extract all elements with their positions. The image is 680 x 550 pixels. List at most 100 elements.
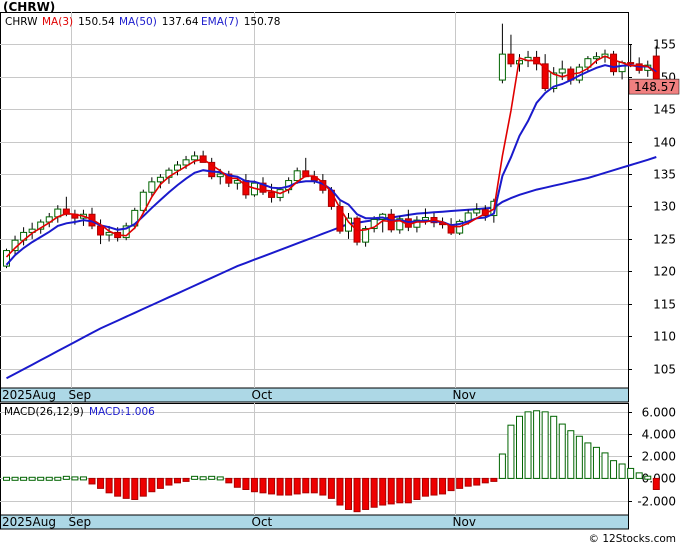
macd-bar-negative bbox=[362, 477, 370, 510]
macd-bar-positive bbox=[610, 460, 618, 479]
macd-bar-negative bbox=[336, 477, 344, 506]
candle-body-down bbox=[242, 180, 250, 196]
macd-bar-negative bbox=[156, 477, 164, 489]
macd-bar-negative bbox=[268, 477, 276, 495]
price-xtick-label: Nov bbox=[453, 388, 476, 402]
macd-bar-positive bbox=[37, 476, 45, 481]
macd-ytick-label: -2.000 bbox=[637, 495, 676, 509]
macd-bar-positive bbox=[54, 476, 62, 481]
macd-bar-negative bbox=[464, 477, 472, 487]
macd-bar-negative bbox=[353, 477, 361, 513]
macd-bar-negative bbox=[319, 477, 327, 496]
macd-bar-positive bbox=[584, 442, 592, 479]
macd-bar-negative bbox=[139, 477, 147, 497]
legend-label: MA(50) bbox=[119, 16, 157, 28]
macd-bar-negative bbox=[370, 477, 378, 508]
macd-bar-negative bbox=[276, 477, 284, 496]
candle bbox=[610, 50, 618, 76]
macd-bar-positive bbox=[635, 472, 643, 479]
macd-bar-positive bbox=[71, 476, 79, 481]
legend-label: CHRW bbox=[5, 16, 38, 28]
last-price-label: 148.57 bbox=[634, 80, 676, 94]
macd-xtick-label: Sep bbox=[69, 515, 92, 529]
candle-body-up bbox=[498, 53, 506, 81]
copyright: © 12Stocks.com bbox=[589, 533, 677, 545]
macd-xtick-label: Oct bbox=[252, 515, 273, 529]
macd-bar-positive bbox=[216, 476, 224, 481]
macd-bar-negative bbox=[327, 477, 335, 499]
macd-bar-negative bbox=[481, 477, 489, 484]
macd-bar-positive bbox=[79, 476, 87, 481]
macd-bar-positive bbox=[567, 430, 575, 479]
macd-bar-positive bbox=[627, 467, 635, 479]
macd-bar-negative bbox=[396, 477, 404, 504]
macd-bar-negative bbox=[293, 477, 301, 495]
candle-body-up bbox=[558, 68, 566, 74]
macd-bar-negative bbox=[122, 477, 130, 499]
macd-bar-negative bbox=[302, 477, 310, 494]
macd-ytick-label: 2.000 bbox=[642, 450, 676, 464]
legend-label: EMA(7) bbox=[201, 16, 239, 28]
macd-xaxis-strip bbox=[0, 514, 629, 530]
price-ytick-label: 110 bbox=[653, 330, 676, 344]
macd-ytick-label: 6.000 bbox=[642, 406, 676, 420]
macd-bar-negative bbox=[310, 477, 318, 494]
macd-bar-positive bbox=[3, 476, 10, 481]
macd-bar-negative bbox=[242, 477, 250, 490]
macd-bar-positive bbox=[533, 410, 541, 479]
price-xstart-label: 2025Aug bbox=[2, 388, 56, 402]
macd-bar-negative bbox=[652, 477, 660, 490]
macd-bar-negative bbox=[413, 477, 421, 500]
candle-body-down bbox=[268, 191, 276, 198]
macd-bar-negative bbox=[430, 477, 438, 496]
macd-bar-negative bbox=[285, 477, 293, 496]
macd-bar-positive bbox=[644, 475, 652, 480]
macd-bar-negative bbox=[379, 477, 387, 506]
macd-bar-negative bbox=[114, 477, 122, 497]
macd-bar-positive bbox=[516, 415, 523, 479]
macd-bar-positive bbox=[28, 476, 36, 481]
candle-body-down bbox=[610, 53, 618, 73]
macd-bar-positive bbox=[618, 463, 626, 479]
price-ytick-label: 120 bbox=[653, 265, 676, 279]
legend-value: 150.78 bbox=[244, 16, 281, 28]
macd-xtick-label: Nov bbox=[453, 515, 476, 529]
macd-bar-positive bbox=[45, 476, 53, 481]
legend-value: 150.54 bbox=[78, 16, 115, 28]
candle-body-down bbox=[627, 62, 635, 65]
price-ytick-label: 145 bbox=[653, 103, 676, 117]
macd-bar-negative bbox=[421, 477, 429, 497]
macd-bar-positive bbox=[191, 475, 199, 480]
macd-bar-positive bbox=[20, 476, 28, 481]
candle-body-up bbox=[592, 56, 600, 60]
chart-root: 105 110 115 120 125 130 135 140 145 150 155 Sep Sep O… bbox=[0, 0, 680, 546]
candle-body-up bbox=[473, 209, 481, 214]
macd-bar-positive bbox=[208, 475, 216, 480]
macd-bar-negative bbox=[259, 477, 267, 494]
macd-bar-negative bbox=[447, 477, 455, 492]
macd-bar-negative bbox=[250, 477, 258, 493]
macd-ytick-label: 4.000 bbox=[642, 428, 676, 442]
macd-bar-negative bbox=[148, 477, 156, 493]
price-xaxis-strip bbox=[0, 387, 629, 403]
candle-body-up bbox=[293, 170, 301, 182]
price-xtick-label: Oct bbox=[252, 388, 273, 402]
price-ytick-label: 105 bbox=[653, 363, 676, 377]
price-xtick-label: Sep bbox=[69, 388, 92, 402]
macd-bar-negative bbox=[404, 477, 412, 504]
macd-legend-value: -1.006 bbox=[121, 406, 155, 418]
macd-bar-negative bbox=[105, 477, 113, 494]
candle-body-up bbox=[191, 155, 199, 161]
candle bbox=[336, 201, 344, 234]
macd-bar-negative bbox=[456, 477, 464, 489]
macd-bar-negative bbox=[182, 477, 190, 482]
price-ytick-label: 125 bbox=[653, 233, 676, 247]
macd-bar-negative bbox=[233, 477, 241, 488]
macd-title: MACD(26,12,9) bbox=[4, 406, 84, 418]
candle-body-up bbox=[216, 173, 224, 178]
macd-bar-negative bbox=[473, 477, 481, 486]
macd-bar-negative bbox=[97, 477, 105, 489]
macd-bar-positive bbox=[524, 411, 532, 479]
legend-label: MA(3) bbox=[42, 16, 73, 28]
stock-chart: 105110115120125130135140145150155SepSepO… bbox=[0, 0, 680, 546]
